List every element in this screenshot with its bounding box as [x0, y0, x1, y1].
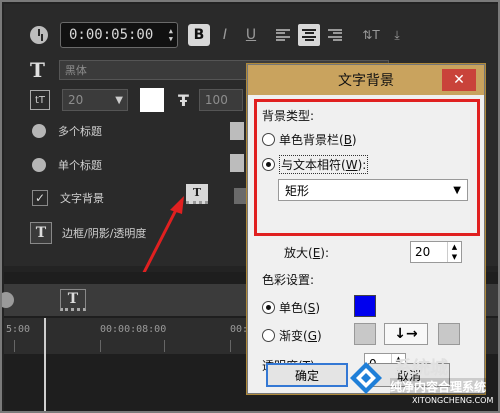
align-left-button[interactable] — [272, 24, 294, 46]
align-right-button[interactable] — [324, 24, 346, 46]
clock-icon — [30, 26, 48, 44]
gradient-accel: G — [307, 328, 317, 343]
gradient-label: 渐变( — [279, 329, 308, 343]
enlarge-spinner[interactable]: ▲ ▼ — [447, 242, 461, 262]
gradient-option[interactable]: 渐变(G) — [262, 327, 322, 344]
enlarge-value: 20 — [415, 245, 431, 259]
screenshot-frame: 0:00:05:00 ▲ ▼ B I U ⇅T ⤓ T 黑体 tT 20 ▼ Ŧ… — [0, 0, 500, 413]
multiple-titles-label: 多个标题 — [58, 125, 102, 138]
ok-label: 确定 — [294, 368, 319, 383]
font-size-icon: tT — [30, 90, 50, 110]
font-size-value: 20 — [68, 93, 84, 107]
chevron-down-icon: ▼ — [115, 94, 123, 106]
chevron-down-icon: ▼ — [453, 184, 461, 196]
italic-button[interactable]: I — [214, 24, 236, 46]
text-background-checkbox[interactable]: ✓ — [32, 190, 48, 206]
fit-text-radio[interactable] — [262, 158, 275, 171]
record-icon[interactable] — [2, 292, 14, 308]
ruler-tick-label: 00:00:08:00 — [100, 324, 167, 335]
enlarge-label: 放大(E): — [284, 245, 330, 261]
dialog-titlebar[interactable]: 文字背景 ✕ — [248, 65, 484, 95]
arrow-down-right-icon: ↓→ — [394, 326, 418, 342]
rotate-text-button[interactable]: ⤓ — [386, 24, 408, 46]
vertical-text-button[interactable]: ⇅T — [360, 24, 382, 46]
line-spacing-icon: Ŧ — [178, 90, 189, 110]
watermark-subtitle: 纯净内容合理系统 — [390, 378, 487, 395]
align-center-button[interactable] — [298, 24, 320, 46]
font-color-swatch[interactable] — [140, 88, 164, 112]
duration-value: 0:00:05:00 — [69, 27, 154, 43]
align-right-icon — [328, 29, 342, 41]
text-background-label: 文字背景 — [60, 192, 104, 205]
underline-button[interactable]: U — [240, 24, 262, 46]
watermark: 系统城 纯净内容合理系统 XITONGCHENG.COM — [342, 354, 498, 411]
fit-text-accel: W — [345, 158, 358, 172]
panel-side-icon — [230, 122, 244, 140]
panel-side-icon — [230, 154, 244, 172]
text-background-dialog: 文字背景 ✕ 背景类型: 单色背景栏(B) 与文本相符(W): 矩形 ▼ 放大(… — [247, 64, 485, 394]
single-color-label: 单色( — [279, 301, 308, 315]
dialog-body: 背景类型: 单色背景栏(B) 与文本相符(W): 矩形 ▼ 放大(E): 20 … — [248, 95, 484, 393]
color-settings-label: 色彩设置: — [262, 273, 315, 287]
line-spacing-select[interactable]: 100 — [198, 89, 243, 111]
playhead[interactable] — [44, 318, 46, 411]
panel-side-icon — [234, 188, 248, 204]
solid-bar-label: 单色背景栏( — [279, 133, 344, 147]
align-left-icon — [276, 29, 290, 41]
multiple-titles-radio[interactable] — [32, 124, 46, 138]
font-size-select[interactable]: 20 ▼ — [62, 89, 128, 111]
enlarge-accel: E — [312, 245, 321, 260]
watermark-url: XITONGCHENG.COM — [412, 396, 494, 405]
enlarge-text: 放大( — [284, 246, 313, 260]
watermark-logo-icon — [350, 362, 382, 394]
duration-input[interactable]: 0:00:05:00 ▲ ▼ — [60, 22, 178, 48]
text-orientation-icon: ⤓ — [394, 27, 400, 42]
single-color-accel: S — [307, 300, 316, 315]
gradient-radio[interactable] — [262, 329, 275, 342]
watermark-title: 系统城 — [394, 358, 448, 379]
ruler-tick-label: 5:00 — [6, 324, 31, 335]
single-color-swatch[interactable] — [354, 295, 376, 317]
gradient-start-swatch[interactable] — [354, 323, 376, 345]
ok-button[interactable]: 确定 — [266, 363, 348, 387]
single-color-radio[interactable] — [262, 301, 275, 314]
bold-button[interactable]: B — [188, 24, 210, 46]
fit-text-text: 与文本相符(W): — [279, 155, 369, 174]
close-button[interactable]: ✕ — [442, 69, 476, 91]
single-title-label: 单个标题 — [58, 159, 102, 172]
shape-select-value: 矩形 — [285, 183, 310, 198]
dialog-title: 文字背景 — [338, 73, 394, 89]
shape-select[interactable]: 矩形 ▼ — [278, 179, 468, 201]
enlarge-input[interactable]: 20 ▲ ▼ — [410, 241, 462, 263]
font-icon: T — [30, 58, 45, 82]
duration-spinner[interactable]: ▲ ▼ — [169, 27, 173, 43]
fit-text-label: 与文本相符( — [281, 158, 346, 172]
title-track-icon[interactable]: T — [60, 289, 86, 311]
border-shadow-icon[interactable]: T — [30, 222, 52, 244]
gradient-end-swatch[interactable] — [438, 323, 460, 345]
fit-text-option[interactable]: 与文本相符(W): — [262, 155, 369, 174]
close-icon: ✕ — [453, 72, 465, 88]
background-type-label: 背景类型: — [262, 109, 315, 123]
solid-bar-radio[interactable] — [262, 133, 275, 146]
solid-bar-accel: B — [343, 132, 352, 147]
gradient-direction-button[interactable]: ↓→ — [384, 323, 428, 345]
single-title-radio[interactable] — [32, 158, 46, 172]
align-center-icon — [302, 29, 316, 41]
single-color-option[interactable]: 单色(S) — [262, 299, 320, 316]
solid-bar-option[interactable]: 单色背景栏(B) — [262, 131, 357, 148]
line-spacing-value: 100 — [204, 93, 228, 107]
